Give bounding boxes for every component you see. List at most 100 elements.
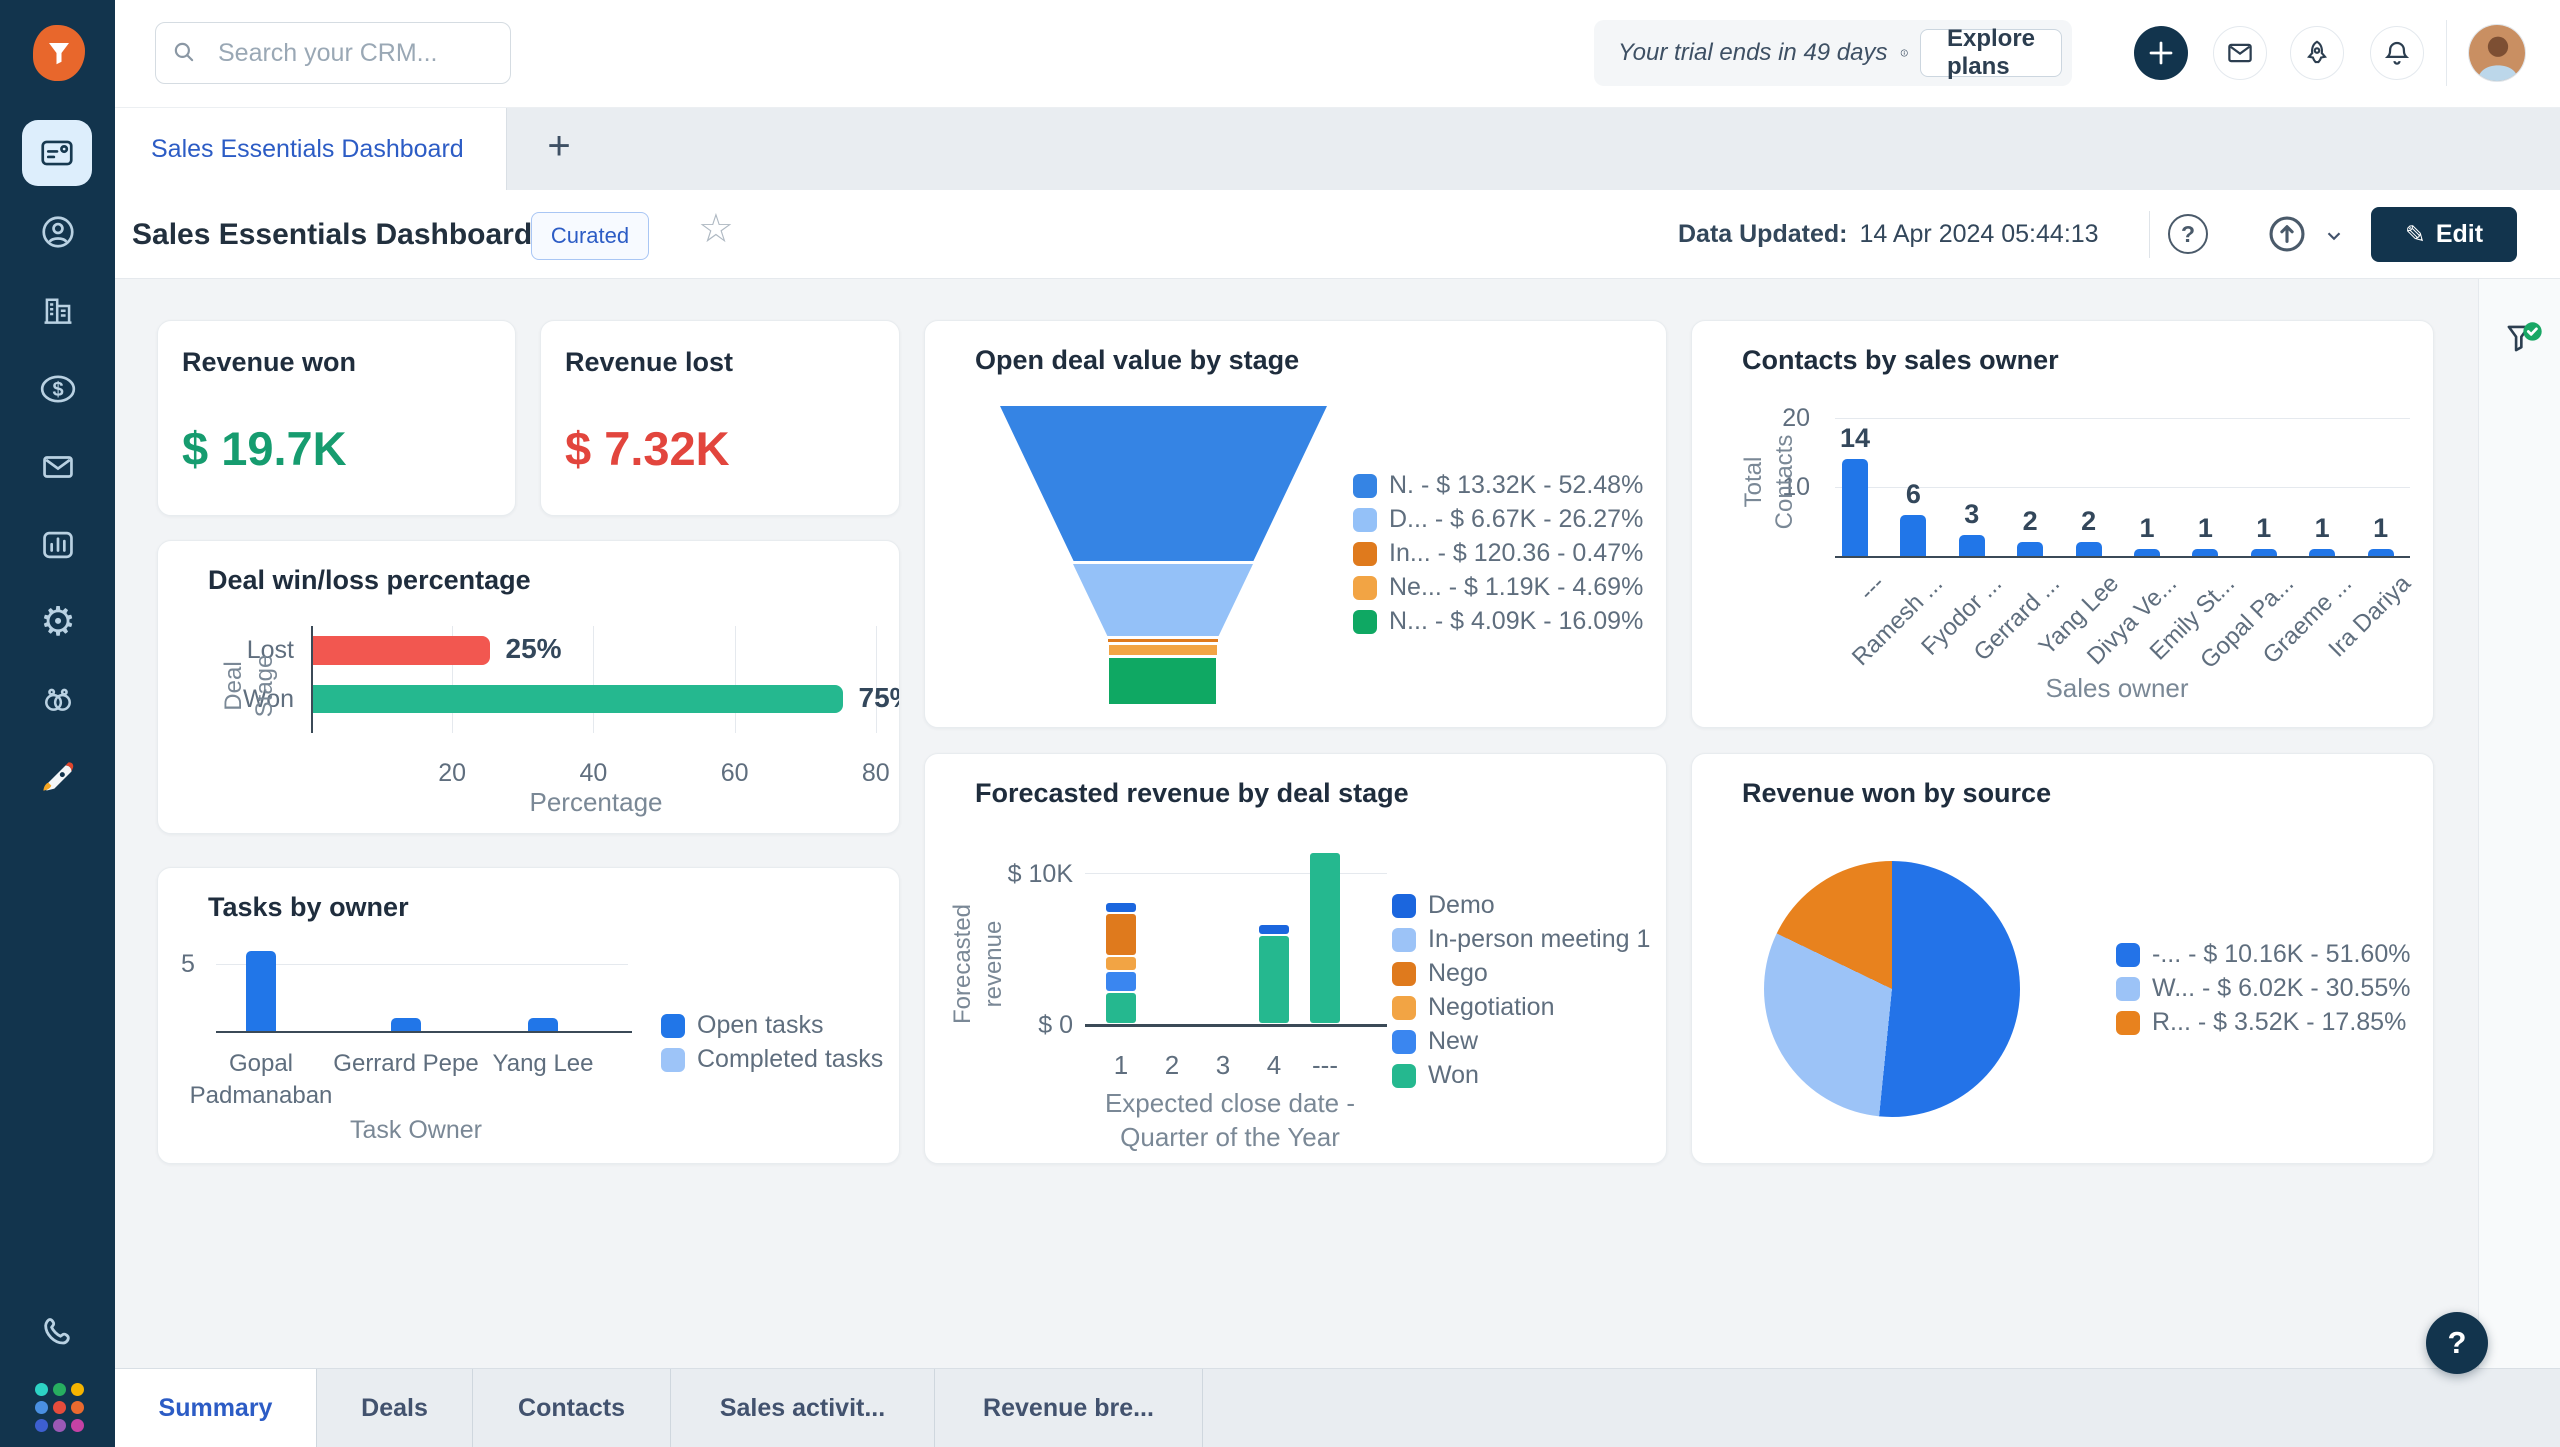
pencil-icon: ✎ <box>2404 220 2426 249</box>
legend-swatch <box>1392 1030 1416 1054</box>
legend-swatch <box>1353 576 1377 600</box>
legend-swatch <box>661 1048 685 1072</box>
gear-icon: ⚙ <box>40 600 76 644</box>
tab-contacts[interactable]: Contacts <box>473 1369 671 1447</box>
tab-sales-essentials-dashboard[interactable]: Sales Essentials Dashboard <box>115 108 507 190</box>
tab-sales-activities[interactable]: Sales activit... <box>671 1369 935 1447</box>
quick-add-button[interactable] <box>2134 26 2188 80</box>
x-tick: 60 <box>720 759 749 787</box>
deals-icon: $ <box>40 375 76 403</box>
gridline <box>216 964 628 965</box>
bar-value: 2 <box>2022 506 2038 537</box>
x-axis-title: Task Owner <box>350 1116 482 1144</box>
x-tick: 80 <box>861 759 890 787</box>
bar <box>391 1017 421 1031</box>
legend-label: New <box>1428 1027 1479 1055</box>
bar <box>2250 549 2277 556</box>
report-tab-bar: Summary Deals Contacts Sales activit... … <box>115 1368 2560 1447</box>
mail-icon <box>2228 43 2252 63</box>
bar-value: 3 <box>1964 499 1980 530</box>
contacts-by-owner-chart: 20 10 14 --- 6 Ramesh ... 3 Fyodor ... 2 Gerrard … <box>1692 321 2433 727</box>
page-title: Sales Essentials Dashboard <box>132 217 533 251</box>
search-input[interactable] <box>155 22 511 84</box>
bar <box>246 950 276 1031</box>
gridline <box>593 626 595 733</box>
bar <box>2192 549 2219 556</box>
y-axis-title: Total Contacts <box>1739 434 1798 530</box>
sidebar-item-dashboard[interactable] <box>22 120 92 186</box>
tab-revenue-breakdown[interactable]: Revenue bre... <box>935 1369 1203 1447</box>
chart-card-forecasted-revenue: Forecasted revenue by deal stage $ 10K $ … <box>924 753 1667 1164</box>
bar-value: 25% <box>505 633 562 664</box>
contacts-icon <box>42 216 74 248</box>
bar <box>1842 459 1868 556</box>
sidebar-item-freddy[interactable] <box>38 680 78 720</box>
accounts-icon <box>44 298 72 324</box>
bar <box>1958 535 1985 556</box>
legend-label: R... - $ 3.52K - 17.85% <box>2152 1008 2407 1036</box>
sidebar-item-launch[interactable] <box>38 759 78 799</box>
chevron-down-icon[interactable] <box>2323 225 2345 247</box>
bar-value: 14 <box>1839 423 1871 454</box>
sidebar-item-phone[interactable] <box>38 1312 78 1352</box>
x-cat-label: --- <box>1854 570 1891 607</box>
chart-card-contacts-by-owner: Contacts by sales owner 20 10 14 --- 6 Ramesh… <box>1691 320 2434 728</box>
bar <box>2134 549 2160 556</box>
sidebar-item-contacts[interactable] <box>38 212 78 252</box>
legend-label: Nego <box>1428 959 1488 987</box>
legend-label: N. - $ 13.32K - 52.48% <box>1389 471 1644 499</box>
add-tab-button[interactable]: + <box>527 108 591 190</box>
favorite-star-icon[interactable]: ☆ <box>698 206 734 252</box>
inbox-button[interactable] <box>2213 26 2267 80</box>
info-icon[interactable] <box>1900 40 1908 66</box>
sidebar-item-accounts[interactable] <box>38 290 78 330</box>
revenue-by-source-pie: -... - $ 10.16K - 51.60% W... - $ 6.02K -… <box>1692 754 2433 1163</box>
explore-plans-button[interactable]: Explore plans <box>1919 25 2062 80</box>
app-switcher-icon[interactable] <box>35 1383 84 1432</box>
kpi-card-revenue-won: Revenue won $ 19.7K <box>157 320 516 516</box>
sidebar-item-settings[interactable]: ⚙ <box>38 600 78 644</box>
avatar-photo <box>2469 25 2525 81</box>
x-axis-line <box>1835 556 2410 558</box>
x-axis-line <box>216 1031 632 1033</box>
plus-icon <box>2149 41 2173 65</box>
dashboard-tab-bar: Sales Essentials Dashboard + <box>115 108 2560 190</box>
bar-segment <box>1106 972 1136 992</box>
filter-funnel-check-icon[interactable] <box>2501 319 2543 361</box>
topbar-divider <box>2446 20 2447 86</box>
x-axis-title: Expected close date - Quarter of the Yea… <box>1104 1088 1356 1152</box>
freshworks-logo-icon[interactable] <box>33 25 85 81</box>
legend-swatch <box>1353 508 1377 532</box>
app-window: $ ⚙ Your trial ends in 49 days <box>0 0 2560 1447</box>
tab-deals[interactable]: Deals <box>317 1369 473 1447</box>
bar-segment <box>1106 902 1136 912</box>
trial-banner: Your trial ends in 49 days Explore plans <box>1594 20 2072 86</box>
bell-icon <box>2384 41 2410 65</box>
sidebar-item-deals[interactable]: $ <box>38 369 78 409</box>
user-avatar[interactable] <box>2468 24 2526 82</box>
legend-swatch <box>2116 1011 2140 1035</box>
edit-button[interactable]: ✎ Edit <box>2371 207 2517 262</box>
sidebar-item-email[interactable] <box>38 447 78 487</box>
gridline <box>734 626 736 733</box>
filter-panel-strip <box>2478 279 2560 1368</box>
bar-segment <box>1259 935 1289 1023</box>
kpi-card-revenue-lost: Revenue lost $ 7.32K <box>540 320 900 516</box>
legend-swatch <box>1353 542 1377 566</box>
notifications-button[interactable] <box>2370 26 2424 80</box>
help-fab-button[interactable]: ? <box>2426 1312 2488 1374</box>
funnel-segment <box>1108 639 1218 642</box>
gridline <box>1835 418 2410 419</box>
help-circle-icon[interactable]: ? <box>2168 214 2208 254</box>
sidebar-item-analytics[interactable] <box>38 525 78 565</box>
bar-value: 1 <box>2139 513 2155 544</box>
bar-value: 1 <box>2256 513 2272 544</box>
bar-segment <box>1106 957 1136 971</box>
x-axis-title: Sales owner <box>2045 673 2189 703</box>
tab-summary[interactable]: Summary <box>115 1369 317 1447</box>
bar <box>2075 542 2102 556</box>
bar <box>1900 514 1927 556</box>
whats-new-button[interactable] <box>2290 26 2344 80</box>
dashboard-content: Revenue won $ 19.7K Revenue lost $ 7.32K… <box>115 279 2560 1368</box>
export-icon[interactable] <box>2265 212 2309 256</box>
